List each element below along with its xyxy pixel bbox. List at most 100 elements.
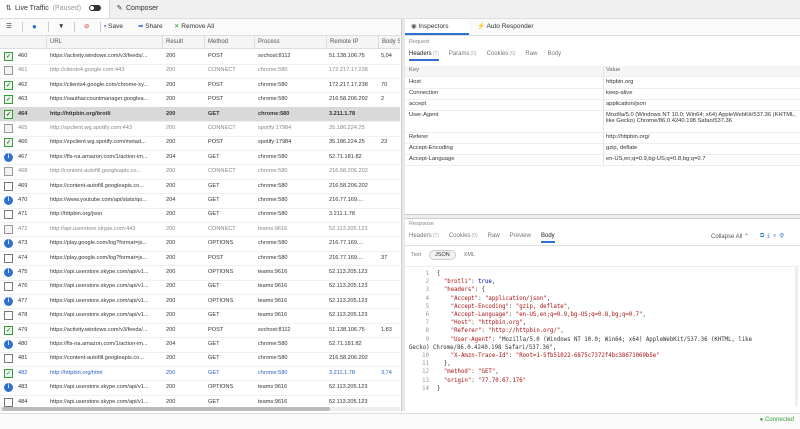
line-number: 3 [425, 287, 429, 294]
table-row[interactable]: i 480 https://fls-na.amazon.com/1/action-i… [0, 337, 400, 353]
tab-preview[interactable]: Preview [510, 233, 531, 239]
tab-raw[interactable]: Raw [488, 233, 500, 239]
session-remote-ip: 216.58.206.202 [329, 96, 368, 103]
session-method: POST [208, 53, 224, 59]
remove-all-button[interactable]: ✕ Remove All [174, 19, 214, 35]
code-text: Gecko) Chrome/86.0.4240.198 Safari/537.3… [409, 344, 557, 351]
format-json[interactable]: JSON [429, 250, 456, 260]
table-row[interactable]: ✓ 460 https://activity.windows.com/v3/feed… [0, 49, 400, 65]
session-method: GET [208, 398, 220, 405]
tab-cookies[interactable]: Cookies(0) [449, 233, 478, 239]
table-row[interactable]: ✓ 463 https://oauthaccountmanager.googlea.… [0, 92, 400, 108]
editor-scrollbar[interactable] [795, 266, 798, 406]
line-number: 10 [422, 353, 429, 359]
session-body-size: 70 [381, 81, 388, 88]
column-header-url[interactable]: URL [46, 36, 162, 48]
tab-raw[interactable]: Raw [525, 51, 537, 57]
table-row[interactable]: 472 http://api.userstore.skype.com:443 200… [0, 222, 400, 238]
code-text: "Accept": "application/json", [450, 295, 551, 302]
table-row[interactable]: ✓ 479 https://activity.windows.com/v3/feed… [0, 323, 400, 339]
tab-live-traffic[interactable]: ⇅ Live Traffic (Paused) [0, 0, 110, 18]
session-process: teams:9616 [258, 297, 288, 304]
table-row[interactable]: 478 https://api.userstore.skype.com/api/v… [0, 308, 400, 324]
session-body-size: 3,74 [381, 369, 392, 376]
divider [48, 22, 49, 32]
tab-cookies[interactable]: Cookies(0) [487, 51, 516, 57]
menu-icon[interactable]: ☰ [6, 19, 12, 35]
info-icon: i [4, 383, 13, 393]
tab-label: Preview [509, 233, 531, 239]
filter-icon[interactable]: ▼ [58, 19, 64, 35]
tab-body[interactable]: Body [540, 233, 555, 243]
tab-label: Params [448, 51, 470, 57]
tab-headers[interactable]: Headers(7) [409, 233, 439, 239]
tab-count: (0) [470, 51, 477, 57]
table-row[interactable]: i 467 https://fls-na.amazon.com/1/action-i… [0, 150, 400, 166]
document-icon [4, 210, 13, 220]
column-header-result[interactable]: Result [162, 36, 204, 48]
format-xml[interactable]: XML [458, 250, 481, 260]
table-row[interactable]: 468 http://content-autofill.googleapis.co… [0, 164, 400, 180]
horizontal-splitter[interactable] [405, 214, 800, 219]
session-method: POST [208, 254, 224, 261]
response-body-editor[interactable]: 1 {2 "brotli": true, 3 "headers": {4 "Acce… [405, 266, 799, 407]
table-row[interactable]: 469 https://content-autofill.googleapis.c… [0, 179, 400, 195]
session-remote-ip: 35.186.224.25 [329, 139, 365, 146]
tab-label: Headers [409, 233, 432, 239]
tab-params[interactable]: Params(0) [449, 51, 477, 57]
header-value: httpbin.org [606, 79, 634, 85]
tab-auto-responder[interactable]: ⚡ Auto Responder [471, 19, 557, 35]
table-row[interactable]: i 475 https://api.userstore.skype.com/api/… [0, 265, 400, 281]
session-url: https://api.userstore.skype.com/api/v1..… [50, 297, 149, 304]
table-row[interactable]: i 483 https://api.userstore.skype.com/api/… [0, 380, 400, 396]
session-id: 479 [18, 326, 28, 333]
table-row[interactable]: 471 http://httpbin.org/json 200 GET chrome:5… [0, 207, 400, 223]
tab-count: (0) [471, 233, 478, 239]
table-row[interactable]: i 473 https://play.google.com/log?format=j… [0, 236, 400, 252]
table-row[interactable]: 474 https://play.google.com/log?format=js… [0, 251, 400, 267]
table-row[interactable]: i 470 https://www.youtube.com/api/stats/qo… [0, 193, 400, 209]
horizontal-scrollbar[interactable] [0, 407, 400, 411]
code-text: "Accept-Encoding": "gzip, deflate", [450, 303, 571, 310]
tab-inspectors[interactable]: ◉ Inspectors [405, 19, 469, 35]
share-button[interactable]: ➦ Share [138, 19, 163, 35]
response-section-label: Response [409, 221, 434, 227]
tab-headers[interactable]: Headers(7) [409, 51, 439, 61]
table-row[interactable]: 465 http://spclient.wg.spotify.com:443 200… [0, 121, 400, 137]
table-row[interactable]: 476 https://api.userstore.skype.com/api/v… [0, 279, 400, 295]
session-method: GET [208, 153, 220, 160]
table-row[interactable]: ✓ 464 http://httpbin.org/brotli 200 GET chrom… [0, 106, 400, 123]
info-icon: i [4, 239, 13, 249]
table-row[interactable]: 461 http://clients4.google.com:443 200 CONN… [0, 63, 400, 79]
column-header-body-size[interactable]: Body Si [378, 36, 400, 48]
column-header-remote-ip[interactable]: Remote IP [326, 36, 378, 48]
table-row[interactable]: i 477 https://api.userstore.skype.com/api/… [0, 294, 400, 310]
document-icon [4, 253, 13, 263]
session-process: chrome:580 [258, 254, 288, 261]
collapse-all-button[interactable]: Collapse All ⌃ [711, 233, 749, 240]
code-text: "brotli": true, [443, 279, 496, 286]
table-row[interactable]: ✓ 466 https://spclient.wg.spotify.com/meta… [0, 135, 400, 151]
table-row[interactable]: 484 https://api.userstore.skype.com/api/v… [0, 395, 400, 407]
session-method: OPTIONS [208, 297, 234, 304]
settings-icon[interactable]: ⚙ [779, 233, 787, 239]
session-url: https://activity.windows.com/v3/feeds/..… [50, 53, 148, 59]
table-row[interactable]: 481 https://content-autofill.googleapis.c… [0, 351, 400, 367]
column-header-id[interactable] [0, 36, 46, 48]
session-process: chrome:580 [258, 197, 288, 203]
save-icon: ▪ [104, 23, 107, 30]
capture-toggle[interactable] [89, 5, 102, 12]
tab-composer[interactable]: ✎ Composer [111, 0, 191, 18]
column-header-method[interactable]: Method [204, 36, 254, 48]
table-row[interactable]: ✓ 482 http://httpbin.org/html 200 GET chrome:… [0, 366, 400, 382]
scrollbar-thumb[interactable] [2, 407, 330, 411]
column-header-process[interactable]: Process [254, 36, 326, 48]
session-remote-ip: 51.138.106.75 [329, 326, 365, 333]
tab-body[interactable]: Body [547, 51, 561, 57]
table-row[interactable]: ✓ 462 https://clients4.google.com/chrome-s… [0, 78, 400, 94]
save-button[interactable]: ▪ Save [104, 19, 123, 35]
format-text[interactable]: Text [405, 250, 427, 260]
clear-filter-icon[interactable]: ⊘ [84, 19, 89, 35]
tab-count: (0) [509, 51, 516, 57]
capture-icon[interactable]: ● [32, 19, 37, 35]
